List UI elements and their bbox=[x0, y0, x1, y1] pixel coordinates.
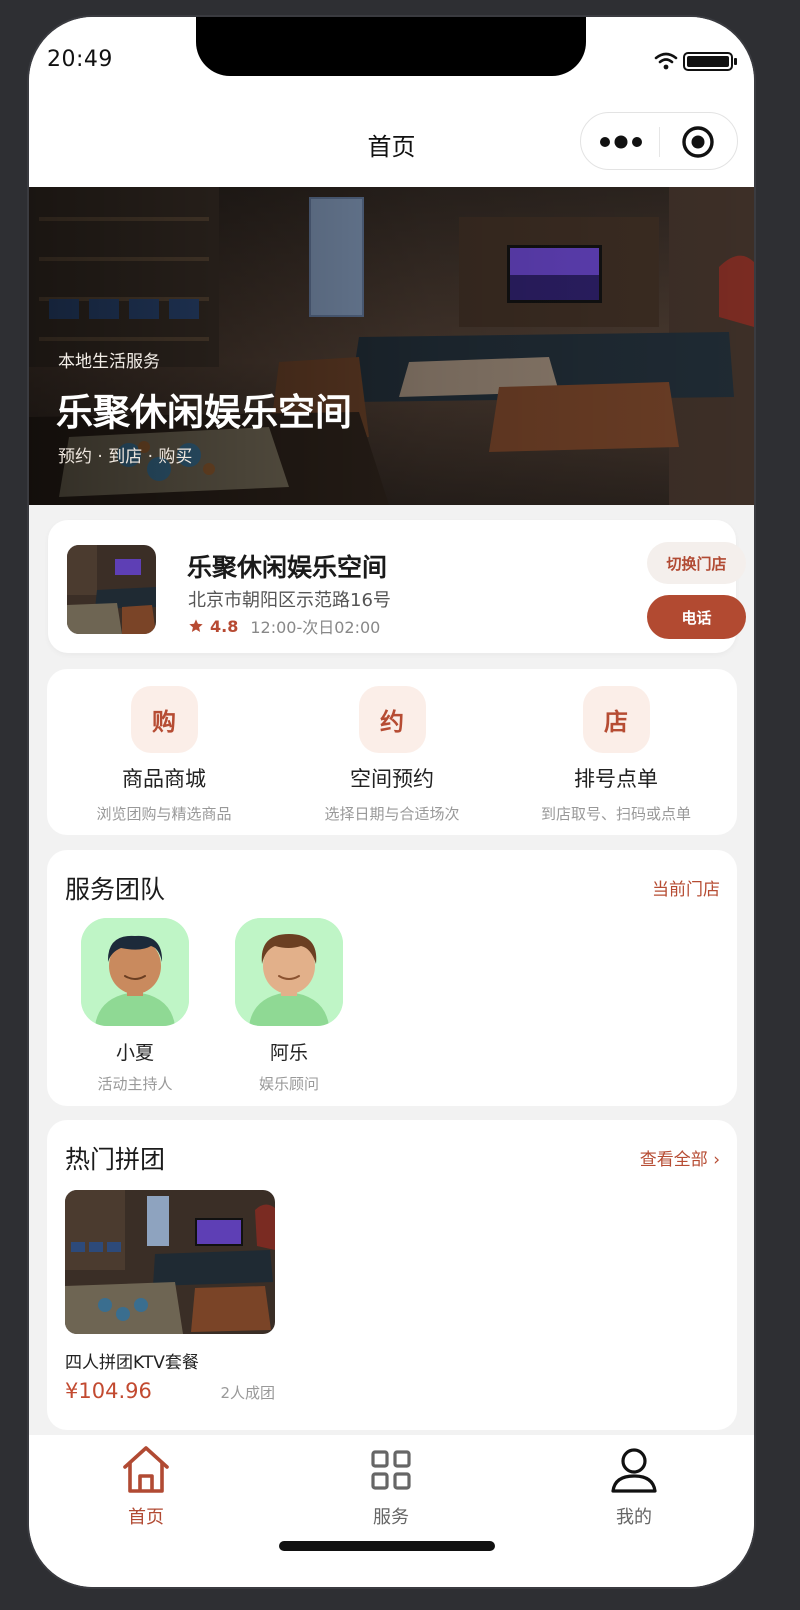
member-role: 活动主持人 bbox=[97, 1075, 173, 1093]
home-indicator bbox=[279, 1541, 495, 1551]
call-button[interactable]: 电话 bbox=[647, 595, 746, 639]
more-icon[interactable] bbox=[599, 133, 643, 151]
quick-action-label: 商品商城 bbox=[122, 767, 206, 791]
tab-home[interactable]: 首页 bbox=[76, 1443, 216, 1529]
quick-action-desc: 浏览团购与精选商品 bbox=[96, 805, 232, 823]
store-name: 乐聚休闲娱乐空间 bbox=[187, 553, 388, 582]
group-deal-card[interactable]: 四人拼团KTV套餐 ¥104.96 2人成团 bbox=[65, 1190, 275, 1403]
deal-title: 四人拼团KTV套餐 bbox=[65, 1353, 199, 1373]
battery-icon bbox=[683, 52, 737, 71]
shop-badge-icon: 购 bbox=[130, 686, 198, 753]
hero-kicker: 本地生活服务 bbox=[58, 352, 160, 372]
quick-action-queue[interactable]: 店 排号点单 到店取号、扫码或点单 bbox=[516, 686, 716, 824]
notch bbox=[196, 17, 586, 76]
group-buy-section: 热门拼团 查看全部 › 四人拼团KTV套餐 ¥104.96 2人成团 bbox=[47, 1120, 737, 1430]
quick-action-label: 空间预约 bbox=[350, 767, 434, 791]
store-thumbnail bbox=[67, 545, 156, 634]
store-card[interactable]: 乐聚休闲娱乐空间 北京市朝阳区示范路16号 4.8 12:00-次日02:00 … bbox=[48, 520, 746, 653]
section-title: 热门拼团 bbox=[65, 1145, 166, 1174]
avatar bbox=[235, 918, 343, 1026]
tab-label: 首页 bbox=[128, 1507, 164, 1528]
current-store-link[interactable]: 当前门店 bbox=[652, 875, 720, 900]
team-member[interactable]: 阿乐 娱乐顾问 bbox=[235, 918, 343, 1094]
quick-action-shop[interactable]: 购 商品商城 浏览团购与精选商品 bbox=[64, 686, 264, 824]
hero-subtitle: 预约 · 到店 · 购买 bbox=[58, 447, 193, 467]
member-role: 娱乐顾问 bbox=[258, 1075, 319, 1093]
user-icon bbox=[611, 1448, 657, 1493]
wifi-icon bbox=[654, 52, 678, 70]
member-name: 阿乐 bbox=[269, 1042, 308, 1064]
status-time: 20:49 bbox=[47, 47, 113, 72]
booking-badge-icon: 约 bbox=[358, 686, 426, 753]
store-badge-icon: 店 bbox=[582, 686, 650, 753]
home-icon bbox=[123, 1446, 169, 1493]
phone-screen: 20:49 首页 本地生活服务 乐聚休闲娱乐空间 预约 · 到店 · 购买 乐聚… bbox=[29, 17, 754, 1587]
grid-icon bbox=[371, 1450, 411, 1490]
avatar bbox=[81, 918, 189, 1026]
store-hours: 12:00-次日02:00 bbox=[250, 618, 381, 637]
deal-image bbox=[65, 1190, 275, 1334]
switch-store-button[interactable]: 切换门店 bbox=[647, 542, 746, 584]
member-name: 小夏 bbox=[115, 1042, 154, 1064]
hero-title: 乐聚休闲娱乐空间 bbox=[56, 391, 352, 434]
deal-price: ¥104.96 bbox=[65, 1379, 152, 1403]
tab-profile[interactable]: 我的 bbox=[564, 1443, 704, 1529]
deal-group-size: 2人成团 bbox=[220, 1384, 275, 1402]
tab-services[interactable]: 服务 bbox=[321, 1443, 461, 1529]
store-address: 北京市朝阳区示范路16号 bbox=[188, 590, 391, 611]
hero-banner[interactable]: 本地生活服务 乐聚休闲娱乐空间 预约 · 到店 · 购买 bbox=[29, 187, 754, 505]
view-all-link[interactable]: 查看全部 › bbox=[640, 1145, 720, 1170]
tab-label: 服务 bbox=[373, 1507, 409, 1528]
quick-action-booking[interactable]: 约 空间预约 选择日期与合适场次 bbox=[292, 686, 492, 824]
status-icons bbox=[654, 52, 737, 71]
close-target-icon[interactable] bbox=[681, 125, 715, 159]
quick-actions: 购 商品商城 浏览团购与精选商品 约 空间预约 选择日期与合适场次 店 排号点单… bbox=[47, 669, 737, 835]
store-rating: 4.8 bbox=[210, 616, 239, 636]
section-title: 服务团队 bbox=[65, 875, 166, 904]
service-team-section: 服务团队 当前门店 小夏 活动主持人 阿乐 娱乐顾问 bbox=[47, 850, 737, 1106]
star-icon bbox=[189, 619, 203, 632]
quick-action-label: 排号点单 bbox=[574, 767, 658, 791]
deal-row: ¥104.96 2人成团 bbox=[65, 1379, 275, 1403]
capsule-divider bbox=[659, 127, 660, 157]
store-meta: 4.8 12:00-次日02:00 bbox=[188, 614, 380, 638]
quick-action-desc: 选择日期与合适场次 bbox=[324, 805, 460, 823]
tab-label: 我的 bbox=[616, 1507, 652, 1528]
tab-bar: 首页 服务 我的 bbox=[29, 1435, 754, 1587]
team-member[interactable]: 小夏 活动主持人 bbox=[81, 918, 189, 1094]
quick-action-desc: 到店取号、扫码或点单 bbox=[540, 805, 691, 823]
mini-program-capsule bbox=[580, 112, 738, 170]
